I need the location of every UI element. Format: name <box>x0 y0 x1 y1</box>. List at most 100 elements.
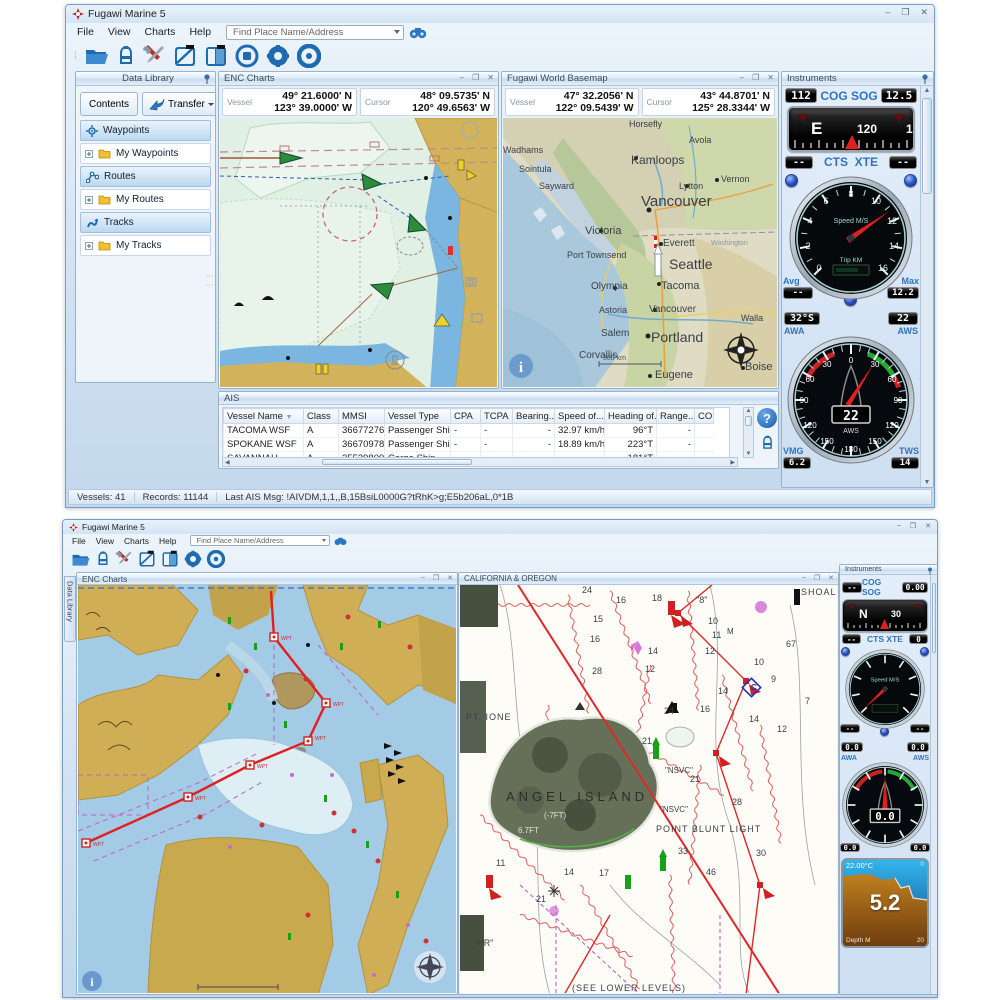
enc-chart-canvas[interactable]: WPTWPTWPTWPTWPTWPT i <box>78 585 456 993</box>
sidebar-item-tracks[interactable]: Tracks <box>80 212 211 233</box>
panel-minimize-button[interactable]: – <box>802 574 806 582</box>
panel-close-button[interactable]: ✕ <box>487 73 494 82</box>
find-binoculars-icon[interactable] <box>334 536 347 546</box>
basemap-header[interactable]: Fugawi World Basemap – ❐ ✕ <box>502 72 778 86</box>
menu-view[interactable]: View <box>91 536 119 546</box>
table-row[interactable]: TACOMA WSFA366772760Passenger Ship---32.… <box>224 424 714 438</box>
instruments-scrollbar[interactable]: ▲ ▼ <box>920 86 933 487</box>
pin-icon[interactable] <box>927 567 933 575</box>
sidebar-item-routes[interactable]: Routes <box>80 166 211 187</box>
close-button[interactable]: ✕ <box>925 522 931 530</box>
chart-view-single-icon[interactable] <box>138 550 156 568</box>
menu-view[interactable]: View <box>101 25 138 39</box>
panel-restore-button[interactable]: ❐ <box>433 574 439 582</box>
resize-grip[interactable]: ⋮⋮ <box>205 272 214 290</box>
restore-button[interactable]: ❐ <box>910 522 916 530</box>
chevron-down-icon[interactable] <box>322 539 326 542</box>
basemap-canvas[interactable]: i HorseflyAvolaKamloopsVernonLyttonVanco… <box>503 118 777 387</box>
expand-icon[interactable] <box>85 150 93 158</box>
chevron-down-icon[interactable] <box>394 30 400 34</box>
california-oregon-header[interactable]: CALIFORNIA & OREGON – ❐ ✕ <box>459 573 838 585</box>
expand-icon[interactable] <box>85 196 93 204</box>
compass-tape: N 30 <box>842 599 928 632</box>
menu-charts[interactable]: Charts <box>119 536 154 546</box>
goto-center-icon[interactable] <box>207 550 225 568</box>
sidebar-item-waypoints[interactable]: Waypoints <box>80 120 211 141</box>
instruments-scrollbar[interactable] <box>930 575 937 994</box>
col-cpa[interactable]: CPA <box>451 409 481 424</box>
ais-hscrollbar[interactable]: ◀ ▶ <box>222 457 738 467</box>
tree-item-my-waypoints[interactable]: My Waypoints <box>80 143 211 164</box>
col-co[interactable]: CO <box>695 409 714 424</box>
enc-charts-header[interactable]: ENC Charts – ❐ ✕ <box>219 72 498 86</box>
col-range[interactable]: Range... <box>657 409 695 424</box>
menu-file[interactable]: File <box>70 25 101 39</box>
chart-view-single-icon[interactable] <box>173 44 197 68</box>
open-folder-icon[interactable] <box>71 551 91 568</box>
menu-charts[interactable]: Charts <box>138 25 183 39</box>
col-vessel-type[interactable]: Vessel Type <box>385 409 451 424</box>
record-track-icon[interactable] <box>235 44 259 68</box>
col-heading[interactable]: Heading of... <box>605 409 657 424</box>
buoy-marker-icon[interactable] <box>761 434 774 452</box>
open-folder-icon[interactable] <box>84 45 110 67</box>
titlebar[interactable]: Fugawi Marine 5 – ❐ ✕ <box>63 520 937 534</box>
help-button[interactable]: ? <box>757 408 777 428</box>
man-overboard-icon[interactable] <box>184 550 202 568</box>
buoy-marker-icon[interactable] <box>96 550 110 568</box>
close-button[interactable]: ✕ <box>920 7 928 18</box>
menu-help[interactable]: Help <box>154 536 181 546</box>
minimize-button[interactable]: – <box>897 522 901 530</box>
find-binoculars-icon[interactable] <box>409 26 427 39</box>
transfer-tab[interactable]: Transfer <box>142 92 216 116</box>
col-tcpa[interactable]: TCPA <box>481 409 513 424</box>
minimize-button[interactable]: – <box>885 7 890 18</box>
panel-restore-button[interactable]: ❐ <box>814 574 820 582</box>
panel-restore-button[interactable]: ❐ <box>752 73 759 82</box>
ais-table-container[interactable]: Vessel Name ▼ Class MMSI Vessel Type CPA… <box>222 407 730 458</box>
data-library-header[interactable]: Data Library <box>76 72 215 86</box>
panel-close-button[interactable]: ✕ <box>767 73 774 82</box>
data-library-collapsed-tab[interactable]: Data Library <box>64 576 76 642</box>
enc-charts-header[interactable]: ENC Charts – ❐ ✕ <box>77 573 457 585</box>
instruments-header[interactable]: Instruments <box>782 72 933 86</box>
col-vessel-name[interactable]: Vessel Name ▼ <box>224 409 304 424</box>
panel-close-button[interactable]: ✕ <box>828 574 834 582</box>
tree-item-my-routes[interactable]: My Routes <box>80 189 211 210</box>
ais-header-row[interactable]: Vessel Name ▼ Class MMSI Vessel Type CPA… <box>224 409 714 424</box>
table-row[interactable]: SPOKANE WSFA366709780Passenger Ship---18… <box>224 438 714 452</box>
col-bearing[interactable]: Bearing... <box>513 409 555 424</box>
menu-file[interactable]: File <box>67 536 91 546</box>
restore-button[interactable]: ❐ <box>901 7 909 18</box>
raster-chart-canvas[interactable]: SOUTHAMPTONSHOAL241618"8"15161011M121412… <box>460 585 837 993</box>
col-speed[interactable]: Speed of... <box>555 409 605 424</box>
panel-minimize-button[interactable]: – <box>740 73 744 82</box>
pin-icon[interactable] <box>203 74 211 84</box>
col-mmsi[interactable]: MMSI <box>339 409 385 424</box>
tools-icon[interactable] <box>142 44 166 68</box>
ais-header[interactable]: AIS <box>219 392 778 405</box>
panel-minimize-button[interactable]: – <box>460 73 464 82</box>
search-input[interactable]: Find Place Name/Address <box>226 25 404 40</box>
tools-icon[interactable] <box>115 550 133 568</box>
contents-tab[interactable]: Contents <box>80 92 138 116</box>
chart-view-split-icon[interactable] <box>204 44 228 68</box>
panel-close-button[interactable]: ✕ <box>447 574 453 582</box>
instruments-header[interactable]: Instruments <box>840 565 937 575</box>
panel-restore-button[interactable]: ❐ <box>472 73 479 82</box>
search-input[interactable]: Find Place Name/Address <box>190 535 330 546</box>
enc-chart-canvas[interactable] <box>220 118 497 387</box>
menu-help[interactable]: Help <box>182 25 218 39</box>
chart-view-split-icon[interactable] <box>161 550 179 568</box>
panel-minimize-button[interactable]: – <box>421 574 425 582</box>
pin-icon[interactable] <box>921 74 929 84</box>
tree-item-my-tracks[interactable]: My Tracks <box>80 235 211 256</box>
ais-vscrollbar[interactable]: ▲ ▼ <box>743 407 754 458</box>
man-overboard-icon[interactable] <box>266 44 290 68</box>
vessel-lat: 49° 21.6000' N <box>256 90 352 102</box>
goto-center-icon[interactable] <box>297 44 321 68</box>
col-class[interactable]: Class <box>304 409 339 424</box>
titlebar[interactable]: Fugawi Marine 5 – ❐ ✕ <box>66 5 934 23</box>
expand-icon[interactable] <box>85 242 93 250</box>
buoy-marker-icon[interactable] <box>117 44 135 68</box>
